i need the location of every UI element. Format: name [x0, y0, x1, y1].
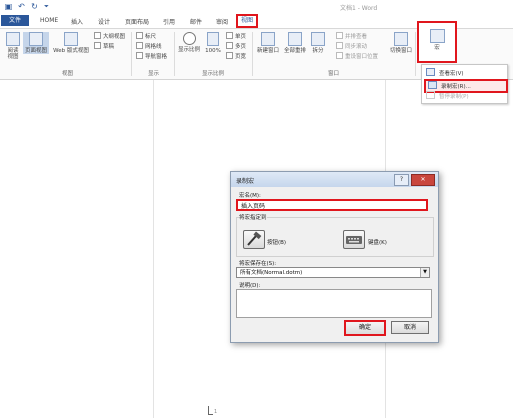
checkbox-icon — [136, 52, 143, 59]
save-icon[interactable]: ▣ — [4, 2, 13, 11]
page-corner-mark — [208, 406, 213, 415]
macros-button[interactable]: 宏 — [417, 21, 457, 63]
checkbox-icon — [136, 42, 143, 49]
description-label: 说明(D): — [239, 283, 261, 289]
title-bar: ▣ ↶ ↻ ⏷ 文档1 - Word — [0, 0, 513, 14]
ribbon-separator — [252, 32, 253, 76]
redo-icon[interactable]: ↻ — [30, 2, 39, 11]
new-window-icon — [261, 32, 275, 46]
store-macro-label: 将宏保存在(S): — [239, 261, 277, 267]
cancel-button[interactable]: 取消 — [391, 321, 429, 334]
print-layout-icon — [29, 32, 43, 46]
assign-button-option[interactable] — [243, 230, 265, 249]
tab-view[interactable]: 视图 — [236, 14, 259, 28]
view-macros-item[interactable]: 查看宏(V) — [424, 68, 504, 78]
dialog-title: 录制宏 — [236, 178, 255, 185]
new-window-button[interactable]: 新建窗口 — [256, 32, 280, 54]
split-button[interactable]: 拆分 — [310, 32, 326, 54]
page-width-button[interactable]: 页宽 — [226, 52, 246, 60]
view-macros-icon — [426, 68, 435, 76]
read-mode-button[interactable]: 阅读 视图 — [4, 32, 22, 60]
outline-icon — [94, 32, 101, 39]
reset-position-icon — [336, 52, 343, 59]
macros-button-content: 宏 — [419, 29, 455, 51]
store-macro-value: 所有文档(Normal.dotm) — [240, 270, 303, 276]
side-by-side-button[interactable]: 并排查看 — [336, 32, 367, 40]
macro-name-input[interactable]: 插入页码 — [236, 199, 428, 211]
tab-page-layout[interactable]: 页面布局 — [125, 17, 149, 26]
tab-file[interactable]: 文件 — [1, 15, 29, 26]
sync-scroll-icon — [336, 42, 343, 49]
switch-windows-icon — [394, 32, 408, 46]
tab-insert[interactable]: 插入 — [71, 17, 83, 26]
show-group-label: 显示 — [148, 71, 160, 77]
web-layout-icon — [64, 32, 78, 46]
tab-review[interactable]: 审阅 — [216, 17, 228, 26]
hammer-icon — [247, 231, 262, 246]
arrange-all-icon — [288, 32, 302, 46]
views-group-label: 视图 — [62, 71, 74, 77]
tab-mailings[interactable]: 邮件 — [190, 17, 202, 26]
ok-button[interactable]: 确定 — [344, 320, 386, 336]
tab-references[interactable]: 引用 — [163, 17, 175, 26]
assign-macro-label: 将宏指定到 — [239, 213, 267, 221]
switch-windows-button[interactable]: 切换窗口 — [389, 32, 413, 54]
sync-scroll-button[interactable]: 同步滚动 — [336, 42, 367, 50]
keyboard-icon — [346, 236, 362, 244]
record-macro-icon — [428, 81, 437, 89]
ribbon-separator — [131, 32, 132, 76]
dialog-title-bar[interactable]: 录制宏 ? ✕ — [231, 172, 438, 187]
assign-macro-group: 按钮(B) 键盘(K) — [236, 217, 434, 257]
tab-home[interactable]: HOME — [40, 17, 58, 24]
magnifier-icon — [182, 32, 196, 45]
close-button[interactable]: ✕ — [411, 174, 435, 186]
assign-button-label[interactable]: 按钮(B) — [267, 238, 286, 246]
tab-design[interactable]: 设计 — [98, 17, 110, 26]
arrange-all-button[interactable]: 全部重排 — [283, 32, 307, 54]
one-page-icon — [226, 32, 233, 39]
window-group-label: 窗口 — [328, 71, 340, 77]
customize-icon[interactable]: ⏷ — [42, 2, 51, 11]
window-title: 文档1 - Word — [340, 5, 378, 12]
zoom-100-button[interactable]: 100% — [204, 32, 222, 54]
description-textarea[interactable] — [236, 289, 432, 318]
page-number-mark: 1 — [214, 409, 218, 415]
ribbon-separator — [174, 32, 175, 76]
reset-position-button[interactable]: 重设窗口位置 — [336, 52, 378, 60]
ribbon-separator — [415, 32, 416, 76]
assign-keyboard-option[interactable] — [343, 230, 365, 249]
page-width-icon — [226, 52, 233, 59]
read-mode-icon — [6, 32, 20, 46]
page-100-icon — [207, 32, 219, 46]
pause-recording-item[interactable]: 暂停录制(P) — [424, 91, 504, 101]
store-macro-select[interactable]: 所有文档(Normal.dotm) ▼ — [236, 267, 430, 278]
macro-name-label: 宏名(M): — [239, 193, 261, 199]
draft-button[interactable]: 草稿 — [94, 42, 114, 50]
side-by-side-icon — [336, 32, 343, 39]
split-icon — [311, 32, 325, 46]
undo-icon[interactable]: ↶ — [17, 2, 26, 11]
multi-page-icon — [226, 42, 233, 49]
gridlines-checkbox[interactable]: 网格线 — [136, 42, 162, 50]
checkbox-icon — [136, 32, 143, 39]
nav-pane-checkbox[interactable]: 导航窗格 — [136, 52, 167, 60]
page-edge — [153, 80, 154, 418]
macros-dropdown: 查看宏(V) 录制宏(R)... 暂停录制(P) — [421, 64, 508, 104]
one-page-button[interactable]: 单页 — [226, 32, 246, 40]
zoom-group-label: 显示比例 — [202, 71, 225, 77]
record-macro-dialog: 录制宏 ? ✕ 宏名(M): 插入页码 将宏指定到 按钮(B) 键盘(K) 将宏… — [230, 171, 439, 343]
zoom-button[interactable]: 显示比例 — [177, 32, 201, 53]
multi-page-button[interactable]: 多页 — [226, 42, 246, 50]
assign-keyboard-label[interactable]: 键盘(K) — [368, 238, 387, 246]
pause-recording-icon — [426, 91, 435, 99]
macros-icon — [429, 29, 445, 43]
ruler-checkbox[interactable]: 标尺 — [136, 32, 156, 40]
web-layout-button[interactable]: Web 版式视图 — [51, 32, 91, 54]
help-button[interactable]: ? — [394, 174, 409, 186]
outline-button[interactable]: 大纲视图 — [94, 32, 125, 40]
chevron-down-icon[interactable]: ▼ — [420, 268, 429, 277]
draft-icon — [94, 42, 101, 49]
print-layout-button[interactable]: 页面视图 — [23, 32, 49, 54]
